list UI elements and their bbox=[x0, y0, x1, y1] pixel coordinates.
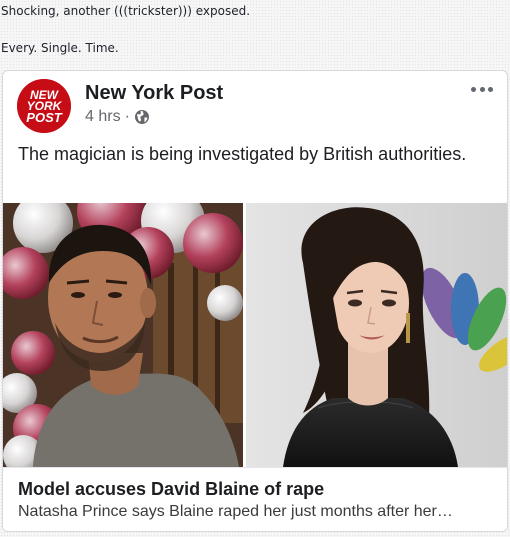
more-options-icon[interactable] bbox=[471, 83, 493, 95]
page-name[interactable]: New York Post bbox=[85, 81, 223, 105]
post-header: NEW YORK POST New York Post 4 hrs · bbox=[3, 71, 507, 135]
page-avatar[interactable]: NEW YORK POST bbox=[17, 79, 71, 133]
post-text: The magician is being investigated by Br… bbox=[18, 144, 467, 164]
link-preview-image[interactable] bbox=[3, 203, 507, 467]
link-title[interactable]: Model accuses David Blaine of rape bbox=[18, 478, 324, 500]
link-description: Natasha Prince says Blaine raped her jus… bbox=[18, 503, 453, 520]
meta-separator: · bbox=[124, 108, 130, 125]
man-photo bbox=[3, 203, 243, 467]
globe-icon bbox=[134, 109, 150, 125]
woman-photo bbox=[246, 203, 507, 467]
new-york-post-logo: NEW YORK POST bbox=[17, 79, 71, 133]
comment-line-1: Shocking, another (((trickster))) expose… bbox=[1, 4, 251, 18]
comment-line-2: Every. Single. Time. bbox=[1, 41, 119, 55]
shared-post-card: NEW YORK POST New York Post 4 hrs · The … bbox=[2, 70, 508, 532]
post-meta: 4 hrs · bbox=[85, 107, 150, 127]
svg-text:POST: POST bbox=[26, 110, 62, 125]
post-timestamp[interactable]: 4 hrs bbox=[85, 108, 121, 126]
link-preview[interactable]: Model accuses David Blaine of rape Natas… bbox=[3, 467, 507, 531]
